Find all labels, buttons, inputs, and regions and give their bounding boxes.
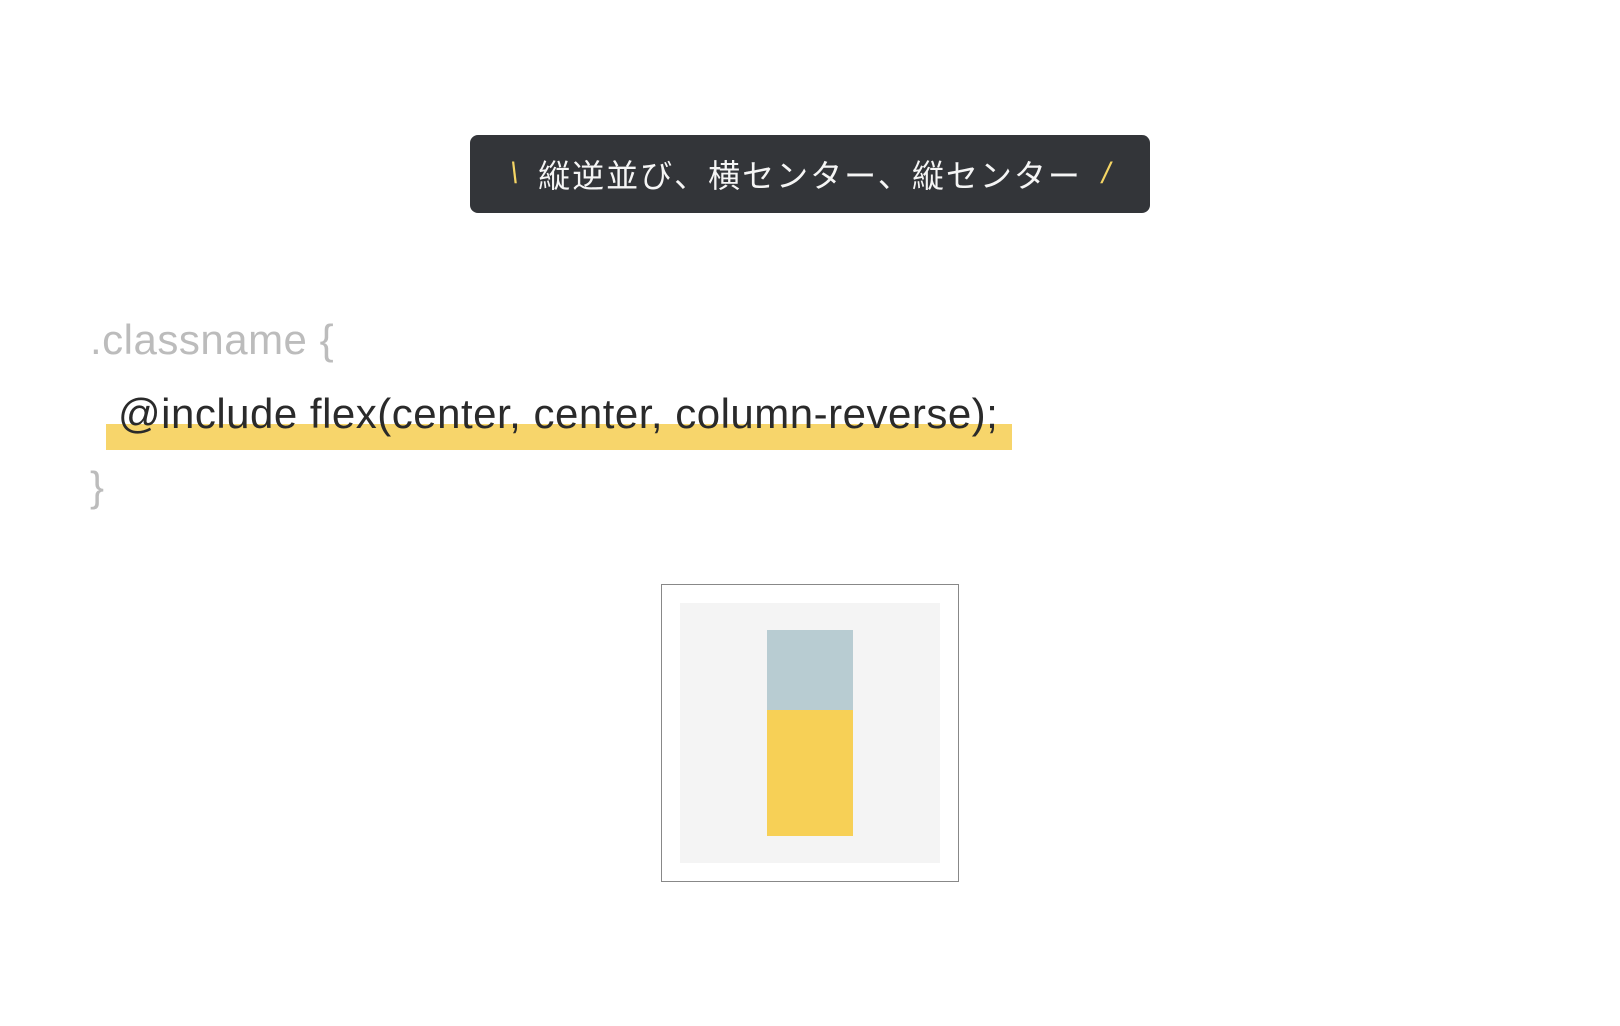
demo-box-blue — [767, 630, 853, 710]
title-text: 縦逆並び、横センター、縦センター — [538, 151, 1082, 197]
demo-box-yellow — [767, 710, 853, 836]
slash-left-icon: \ — [510, 157, 518, 191]
demo-frame — [661, 584, 959, 882]
slash-right-icon: / — [1102, 157, 1110, 191]
code-block: .classname { @include flex(center, cente… — [90, 303, 998, 524]
code-line-open: .classname { — [90, 303, 998, 377]
title-badge: \ 縦逆並び、横センター、縦センター / — [470, 135, 1150, 213]
code-line-close: } — [90, 450, 998, 524]
demo-flex-container — [680, 603, 940, 863]
code-line-include: @include flex(center, center, column-rev… — [90, 377, 998, 451]
